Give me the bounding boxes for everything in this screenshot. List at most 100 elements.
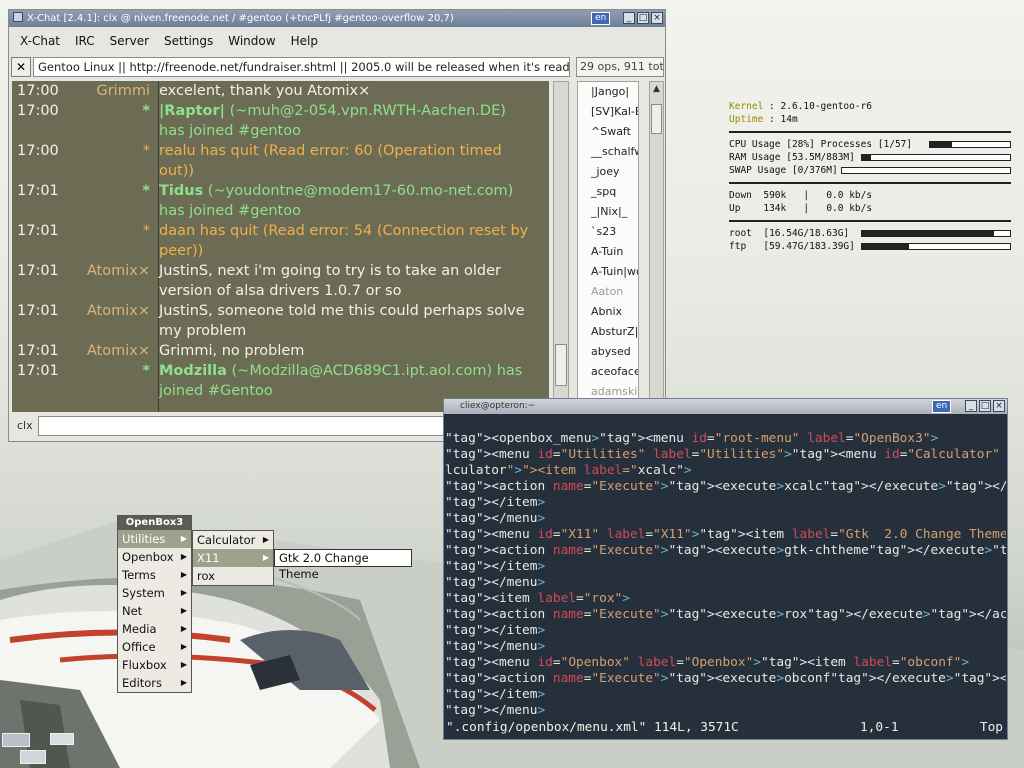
- user-list-item[interactable]: [SV]Kal-El: [578, 102, 638, 122]
- chat-message: 17:01 * daan has quit (Read error: 54 (C…: [17, 223, 529, 239]
- chat-message-cont: has joined #gentoo: [159, 203, 301, 219]
- swap-bar: [841, 167, 1011, 174]
- menu-item-net[interactable]: Net ▶: [118, 602, 191, 620]
- menu-item-fluxbox[interactable]: Fluxbox ▶: [118, 656, 191, 674]
- submenu-arrow-icon: ▶: [180, 642, 187, 651]
- user-list-item[interactable]: |Jango|: [578, 82, 638, 102]
- user-list-item[interactable]: ^Swaft: [578, 122, 638, 142]
- user-list-item[interactable]: aceofaces: [578, 362, 638, 382]
- chat-message: 17:00 * |Raptor| (~muh@2-054.vpn.RWTH-Aa…: [17, 103, 506, 119]
- user-list-item[interactable]: Abnix: [578, 302, 638, 322]
- chat-scrollbar[interactable]: ▼: [553, 81, 569, 412]
- menu-item-calculator[interactable]: Calculator ▶: [193, 531, 273, 549]
- language-badge: en: [591, 12, 611, 25]
- terminal-line: "tag"></menu>: [445, 575, 546, 590]
- user-list-item[interactable]: A-Tuin|wor: [578, 262, 638, 282]
- submenu-arrow-icon: ▶: [262, 553, 269, 562]
- pager-desktop-2[interactable]: [50, 733, 74, 745]
- chat-message-cont: out)): [159, 163, 195, 179]
- menu-item-openbox[interactable]: Openbox ▶: [118, 548, 191, 566]
- submenu-arrow-icon: ▶: [180, 534, 187, 543]
- topic-bar: ✕ Gentoo Linux || http://freenode.net/fu…: [9, 55, 665, 79]
- menu-item-system[interactable]: System ▶: [118, 584, 191, 602]
- openbox-root-menu: OpenBox3 Utilities ▶ Openbox ▶ Terms ▶ System ▶…: [117, 515, 192, 693]
- menu-item-media[interactable]: Media ▶: [118, 620, 191, 638]
- terminal-line: "tag"><menu id="X11" label="X11">"tag"><…: [445, 527, 1006, 542]
- submenu-arrow-icon: ▶: [180, 552, 187, 561]
- chat-message-cont: has joined #gentoo: [159, 123, 301, 139]
- submenu-arrow-icon: ▶: [180, 660, 187, 669]
- terminal-window-controls: _ □ ×: [965, 400, 1005, 412]
- menu-help[interactable]: Help: [286, 30, 323, 52]
- terminal-line: "tag"><openbox_menu>"tag"><menu id="root…: [445, 431, 939, 446]
- menu-item-x11[interactable]: X11 ▶: [193, 549, 273, 567]
- pager-desktop-3[interactable]: [20, 750, 46, 764]
- user-list-item[interactable]: abysed: [578, 342, 638, 362]
- chat-message: 17:00 * realu has quit (Read error: 60 (…: [17, 143, 502, 159]
- user-list-item[interactable]: AbsturZ|: [578, 322, 638, 342]
- submenu-arrow-icon: ▶: [180, 624, 187, 633]
- maximize-button[interactable]: □: [979, 400, 991, 412]
- chat-message: 17:01 Atomix× JustinS, someone told me t…: [17, 303, 525, 319]
- menu-settings[interactable]: Settings: [159, 30, 218, 52]
- vim-status-line: ".config/openbox/menu.xml" 114L, 3571C 1,…: [446, 720, 1003, 735]
- menu-item-gtk-theme[interactable]: Gtk 2.0 Change Theme: [274, 549, 412, 581]
- menu-irc[interactable]: IRC: [70, 30, 100, 52]
- userlist-scroll-thumb[interactable]: [651, 104, 662, 134]
- terminal-titlebar[interactable]: cliex@opteron:~: [444, 399, 1007, 414]
- user-list[interactable]: |Jango|[SV]Kal-El^Swaft__schalfw_joey_sp…: [577, 81, 639, 412]
- menu-xchat[interactable]: X-Chat: [15, 30, 65, 52]
- menu-item-utilities[interactable]: Utilities ▶: [118, 530, 191, 548]
- chat-message: 17:00 Grimmi excelent, thank you Atomix×: [17, 83, 371, 99]
- terminal-line: "tag"></item>: [445, 687, 546, 702]
- window-title: X-Chat [2.4.1]: clx @ niven.freenode.net…: [27, 13, 454, 24]
- menu-window[interactable]: Window: [223, 30, 280, 52]
- chat-message-cont: my problem: [159, 323, 247, 339]
- maximize-button[interactable]: □: [637, 12, 649, 24]
- terminal-window: cliex@opteron:~ en _ □ × "tag"><openbox_…: [443, 398, 1008, 740]
- pager-desktop-1[interactable]: [2, 733, 30, 747]
- menubar: X-Chat IRC Server Settings Window Help: [9, 30, 665, 52]
- close-tab-icon[interactable]: ✕: [11, 57, 31, 77]
- user-list-item[interactable]: `s23: [578, 222, 638, 242]
- nick-label[interactable]: clx: [17, 419, 33, 432]
- chat-log[interactable]: 17:00 Grimmi excelent, thank you Atomix×…: [12, 81, 549, 412]
- app-icon: [13, 12, 23, 22]
- topic-field[interactable]: Gentoo Linux || http://freenode.net/fund…: [33, 57, 570, 77]
- submenu-arrow-icon: ▶: [262, 535, 269, 544]
- system-monitor: Kernel : 2.6.10-gentoo-r6 Uptime : 14m C…: [729, 100, 1011, 253]
- xchat-titlebar[interactable]: X-Chat [2.4.1]: clx @ niven.freenode.net…: [9, 10, 665, 27]
- desktop-pager[interactable]: [0, 730, 76, 768]
- menu-item-editors[interactable]: Editors ▶: [118, 674, 191, 692]
- ram-bar: [861, 154, 1011, 161]
- chat-message: 17:01 * Modzilla (~Modzilla@ACD689C1.ipt…: [17, 363, 523, 379]
- chat-scroll-thumb[interactable]: [555, 344, 567, 386]
- terminal-line: "tag"><menu id="Openbox" label="Openbox"…: [445, 655, 970, 670]
- close-button[interactable]: ×: [651, 12, 663, 24]
- menu-server[interactable]: Server: [105, 30, 154, 52]
- user-list-item[interactable]: _joey: [578, 162, 638, 182]
- close-button[interactable]: ×: [993, 400, 1005, 412]
- minimize-button[interactable]: _: [965, 400, 977, 412]
- minimize-button[interactable]: _: [623, 12, 635, 24]
- terminal-line: "tag"><action name="Execute">"tag"><exec…: [445, 607, 1006, 622]
- root-disk-bar: [861, 230, 1011, 237]
- menu-item-office[interactable]: Office ▶: [118, 638, 191, 656]
- chat-message: 17:01 * Tidus (~youdontne@modem17-60.mo-…: [17, 183, 514, 199]
- user-list-item[interactable]: _spq: [578, 182, 638, 202]
- terminal-line: "tag"><action name="Execute">"tag"><exec…: [445, 671, 1006, 686]
- ftp-disk-bar: [861, 243, 1011, 250]
- submenu-arrow-icon: ▶: [180, 606, 187, 615]
- user-list-item[interactable]: _|Nix|_: [578, 202, 638, 222]
- user-list-item[interactable]: A-Tuin: [578, 242, 638, 262]
- userlist-scrollbar[interactable]: ▲ ▼: [649, 81, 664, 412]
- terminal-line: "tag"></item>: [445, 623, 546, 638]
- terminal-line: "tag"><action name="Execute">"tag"><exec…: [445, 543, 1006, 558]
- menu-item-rox[interactable]: rox: [193, 567, 273, 585]
- terminal-line: "tag"></item>: [445, 495, 546, 510]
- user-list-item[interactable]: __schalfw: [578, 142, 638, 162]
- user-list-item[interactable]: Aaton: [578, 282, 638, 302]
- menu-item-terms[interactable]: Terms ▶: [118, 566, 191, 584]
- scroll-up-icon[interactable]: ▲: [650, 82, 663, 96]
- terminal-text[interactable]: "tag"><openbox_menu>"tag"><menu id="root…: [445, 431, 1006, 737]
